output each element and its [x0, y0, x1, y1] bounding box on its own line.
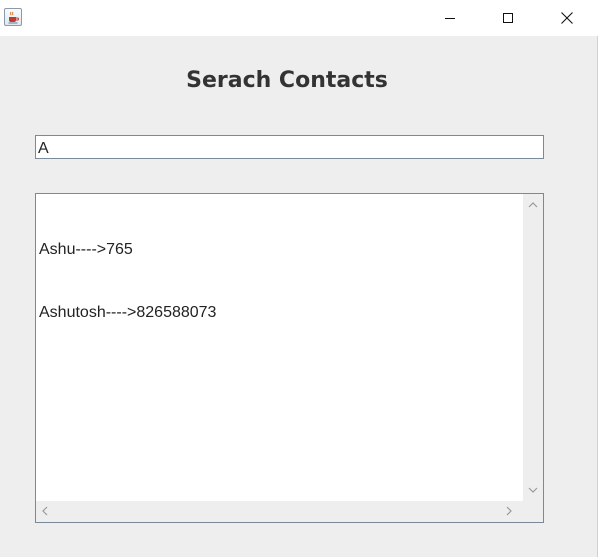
scroll-left-arrow-icon[interactable]	[38, 504, 52, 518]
page-title: Serach Contacts	[186, 68, 388, 93]
minimize-button[interactable]	[427, 0, 473, 36]
result-line: Ashu---->765	[39, 241, 133, 258]
horizontal-scrollbar[interactable]	[36, 501, 523, 522]
minimize-icon	[445, 18, 455, 19]
java-cup-icon[interactable]	[4, 8, 22, 26]
app-window: Serach Contacts Ashu---->765 Ashutosh---…	[0, 0, 598, 557]
search-input[interactable]	[35, 135, 544, 159]
scroll-up-arrow-icon[interactable]	[526, 198, 540, 212]
close-icon	[561, 12, 573, 24]
vertical-scrollbar[interactable]	[523, 194, 543, 501]
title-bar[interactable]	[0, 0, 598, 36]
results-text-area[interactable]: Ashu---->765 Ashutosh---->826588073	[37, 195, 523, 502]
result-line: Ashutosh---->826588073	[39, 304, 217, 321]
close-button[interactable]	[544, 0, 590, 36]
scroll-right-arrow-icon[interactable]	[502, 504, 516, 518]
maximize-button[interactable]	[485, 0, 531, 36]
scrollbar-corner	[523, 501, 543, 522]
scroll-down-arrow-icon[interactable]	[526, 483, 540, 497]
maximize-icon	[503, 13, 513, 23]
results-scroll-pane[interactable]: Ashu---->765 Ashutosh---->826588073	[35, 193, 544, 523]
